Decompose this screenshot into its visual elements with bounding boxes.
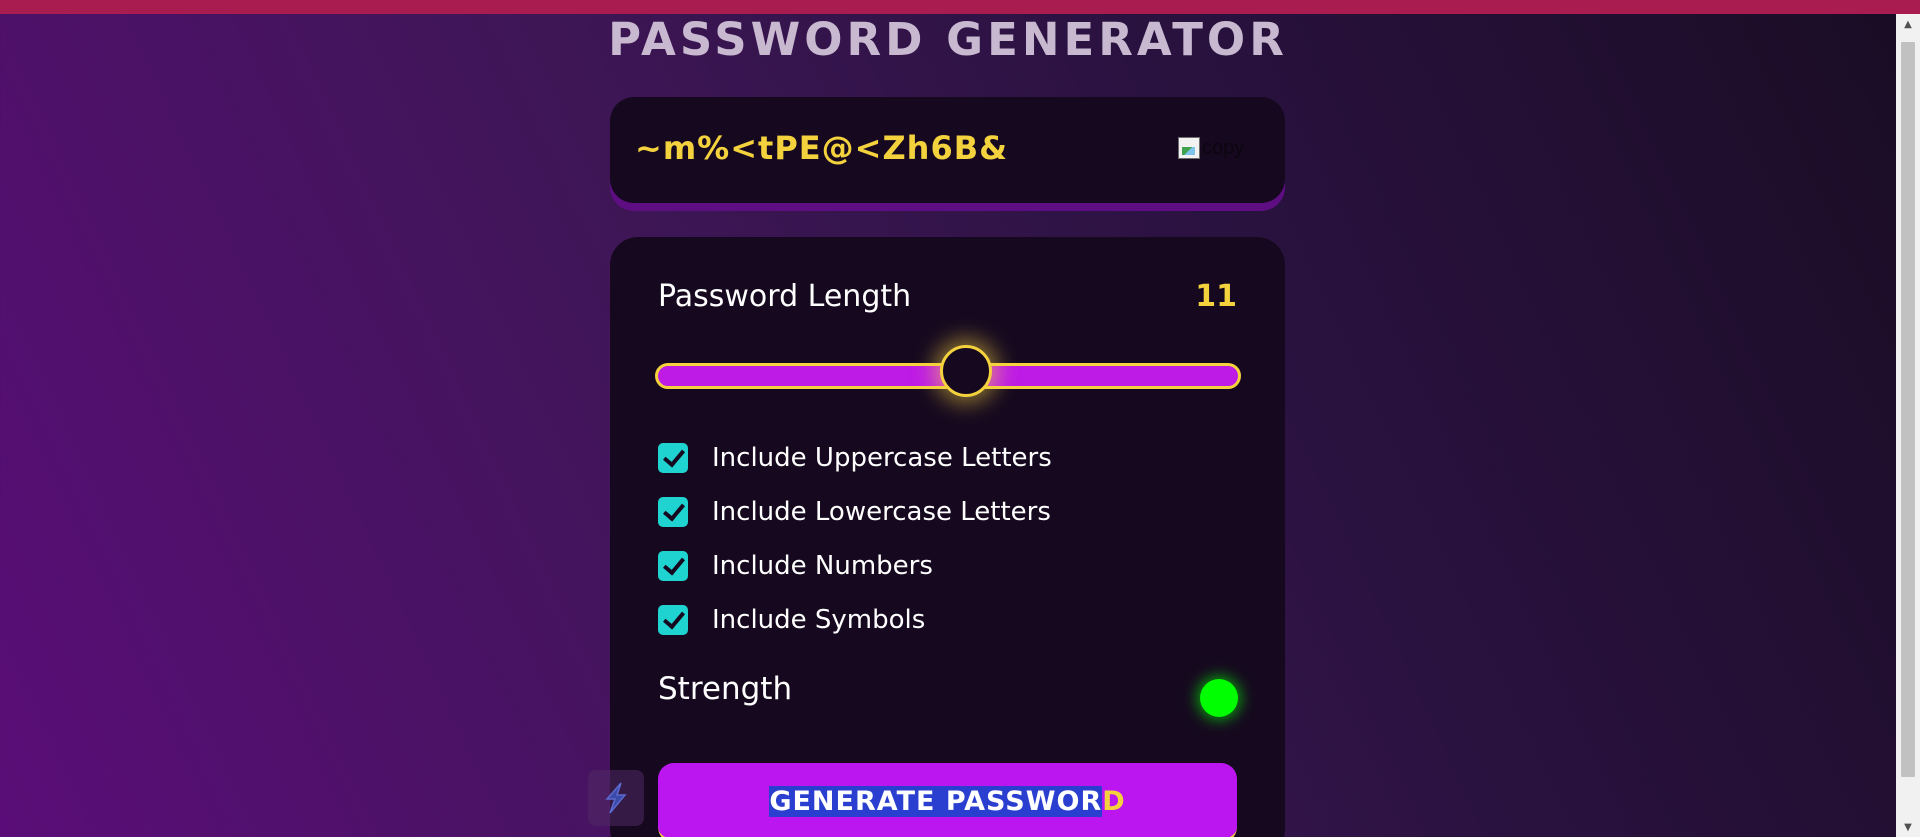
vertical-scrollbar[interactable]: ▲ ▼ bbox=[1896, 14, 1920, 837]
copy-alt-text: copy bbox=[1202, 136, 1245, 159]
length-slider-thumb[interactable] bbox=[939, 345, 992, 397]
checkbox-numbers[interactable] bbox=[658, 551, 688, 581]
option-label: Include Lowercase Letters bbox=[712, 497, 1051, 527]
option-lowercase[interactable]: Include Lowercase Letters bbox=[658, 495, 1051, 529]
option-label: Include Numbers bbox=[712, 551, 933, 581]
option-label: Include Uppercase Letters bbox=[712, 443, 1052, 473]
length-value: 11 bbox=[1195, 279, 1237, 314]
generate-label-rest: D bbox=[1102, 785, 1126, 817]
lightning-bolt-icon bbox=[605, 782, 627, 814]
checkbox-uppercase[interactable] bbox=[658, 443, 688, 473]
settings-panel: Password Length 11 Include Uppercase Let… bbox=[610, 237, 1285, 837]
broken-image-icon bbox=[1178, 137, 1200, 159]
checkbox-symbols[interactable] bbox=[658, 605, 688, 635]
strength-label: Strength bbox=[658, 671, 793, 707]
extension-button[interactable] bbox=[588, 770, 644, 826]
password-display: ~m%<tPE@<Zh6B& copy bbox=[610, 97, 1285, 203]
generate-password-button[interactable]: GENERATE PASSWORD bbox=[658, 763, 1237, 837]
option-uppercase[interactable]: Include Uppercase Letters bbox=[658, 441, 1052, 475]
scrollbar-thumb[interactable] bbox=[1901, 42, 1915, 777]
option-numbers[interactable]: Include Numbers bbox=[658, 549, 933, 583]
generate-label-selected: GENERATE PASSWOR bbox=[769, 785, 1103, 817]
strength-indicator bbox=[1200, 679, 1238, 717]
copy-button[interactable]: copy bbox=[1178, 135, 1258, 161]
page-title: PASSWORD GENERATOR bbox=[608, 13, 1288, 66]
generate-button-label: GENERATE PASSWORD bbox=[769, 785, 1126, 817]
option-label: Include Symbols bbox=[712, 605, 926, 635]
top-accent-strip bbox=[0, 0, 1920, 14]
option-symbols[interactable]: Include Symbols bbox=[658, 603, 925, 637]
scroll-down-icon[interactable]: ▼ bbox=[1896, 819, 1920, 835]
password-output: ~m%<tPE@<Zh6B& bbox=[635, 129, 1008, 167]
checkbox-lowercase[interactable] bbox=[658, 497, 688, 527]
scroll-up-icon[interactable]: ▲ bbox=[1896, 16, 1920, 32]
length-label: Password Length bbox=[658, 279, 912, 314]
